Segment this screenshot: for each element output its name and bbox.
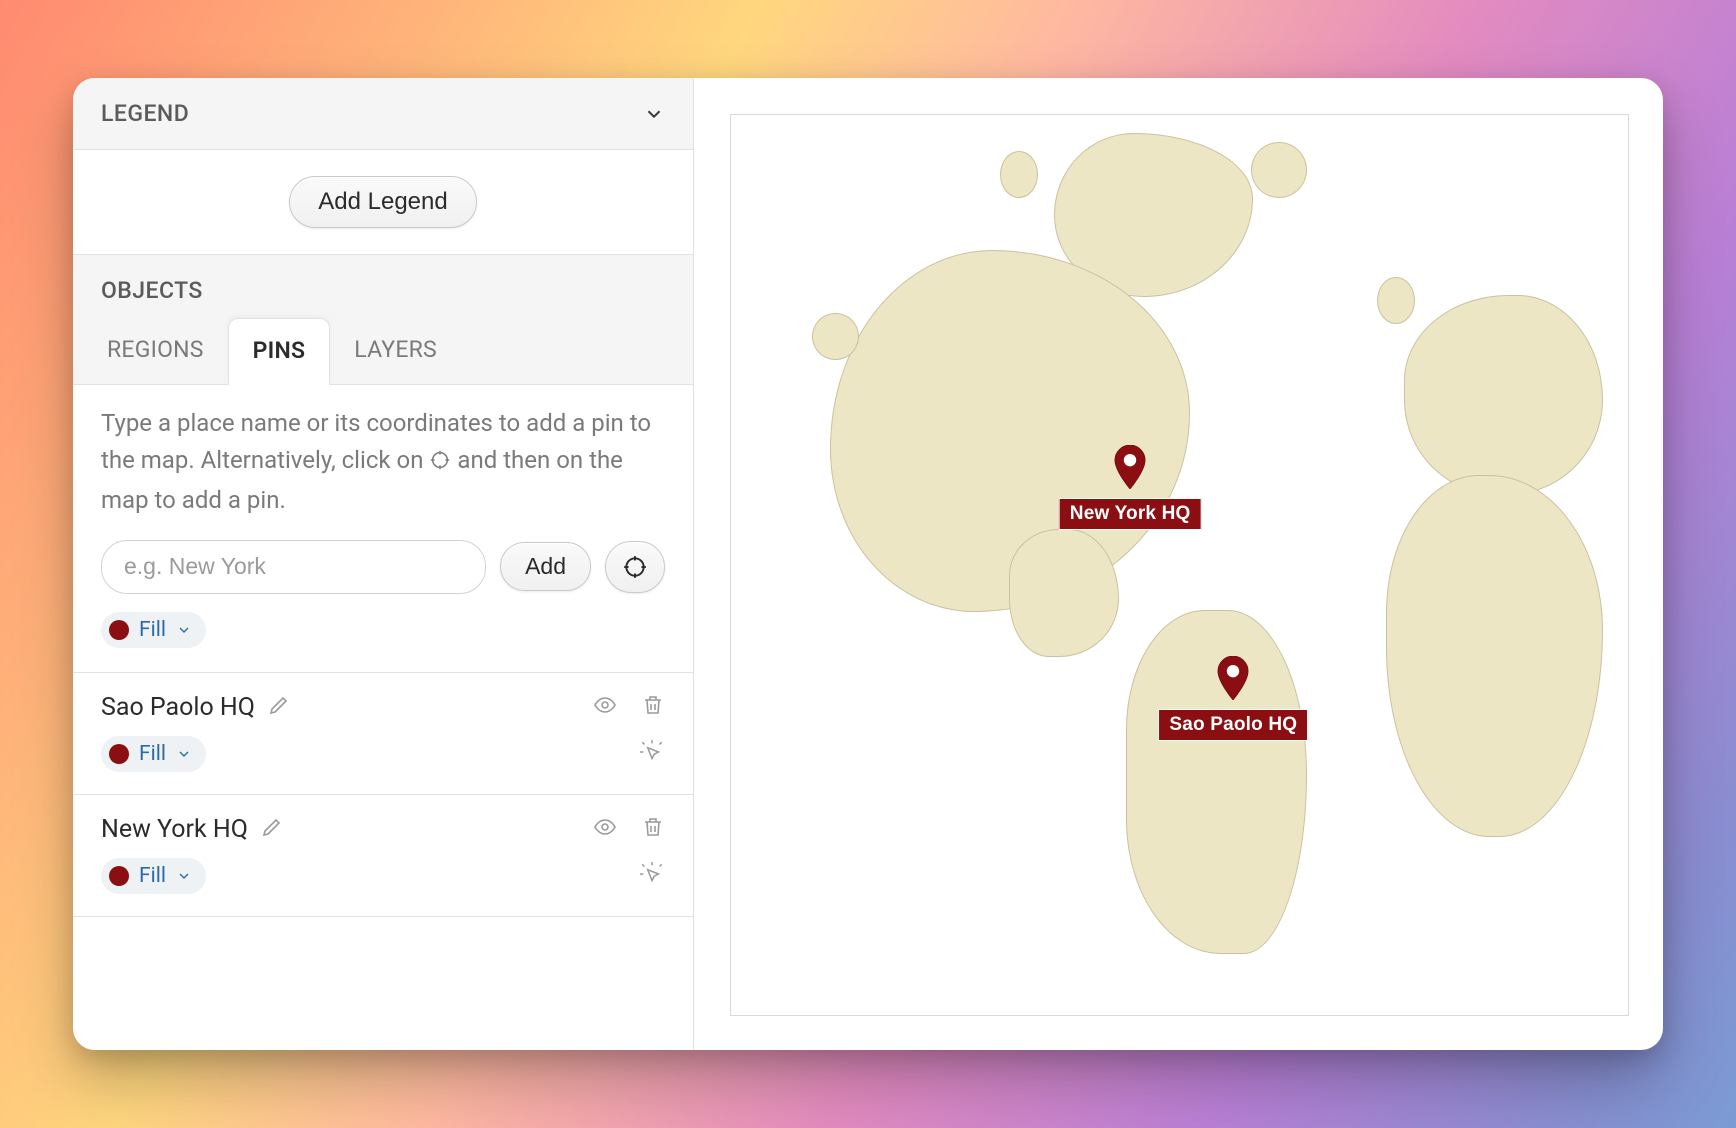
add-pin-button[interactable]: Add <box>500 542 591 591</box>
landmass <box>1009 529 1119 657</box>
pin-fill-chip[interactable]: Fill <box>101 736 206 772</box>
pin-item: Sao Paolo HQ Fill <box>73 673 693 795</box>
landmass <box>812 313 859 360</box>
click-cursor-icon[interactable] <box>639 739 665 769</box>
landmass <box>1386 475 1603 837</box>
fill-label: Fill <box>139 864 166 888</box>
legend-title: LEGEND <box>101 100 189 127</box>
landmass <box>1377 277 1415 324</box>
landmass <box>1251 142 1307 198</box>
legend-header[interactable]: LEGEND <box>73 78 693 150</box>
crosshair-icon <box>429 445 451 482</box>
map-pin-marker[interactable] <box>1113 445 1147 489</box>
map-canvas[interactable]: New York HQ Sao Paolo HQ <box>730 114 1629 1016</box>
fill-swatch <box>109 744 129 764</box>
pin-item-name: Sao Paolo HQ <box>101 693 255 722</box>
edit-icon[interactable] <box>260 815 284 843</box>
map-pin-marker[interactable] <box>1216 656 1250 700</box>
fill-swatch <box>109 620 129 640</box>
chevron-down-icon <box>643 103 665 125</box>
default-fill-chip[interactable]: Fill <box>101 612 206 648</box>
pins-help-text: Type a place name or its coordinates to … <box>101 405 665 520</box>
pin-item-name: New York HQ <box>101 815 248 844</box>
delete-icon[interactable] <box>641 693 665 721</box>
edit-icon[interactable] <box>267 693 291 721</box>
landmass <box>1000 151 1038 198</box>
landmass <box>1404 295 1603 495</box>
legend-body: Add Legend <box>73 150 693 255</box>
tab-regions[interactable]: REGIONS <box>83 318 228 384</box>
app-window: LEGEND Add Legend OBJECTS REGIONS PINS L… <box>73 78 1663 1050</box>
fill-label: Fill <box>139 618 166 642</box>
add-legend-button[interactable]: Add Legend <box>289 176 476 228</box>
pin-input-row: Add <box>101 540 665 594</box>
tab-pins[interactable]: PINS <box>228 318 331 385</box>
pin-fill-chip[interactable]: Fill <box>101 858 206 894</box>
map-pin-label: Sao Paolo HQ <box>1158 709 1308 741</box>
visibility-icon[interactable] <box>593 693 617 721</box>
landmass <box>830 250 1191 612</box>
sidebar: LEGEND Add Legend OBJECTS REGIONS PINS L… <box>73 78 694 1050</box>
fill-swatch <box>109 866 129 886</box>
objects-tabs: REGIONS PINS LAYERS <box>73 318 693 385</box>
click-cursor-icon[interactable] <box>639 861 665 891</box>
pin-item: New York HQ Fill <box>73 795 693 917</box>
tab-layers[interactable]: LAYERS <box>330 318 461 384</box>
map-pane: New York HQ Sao Paolo HQ <box>694 78 1663 1050</box>
crosshair-button[interactable] <box>605 541 665 593</box>
map-pin-label: New York HQ <box>1059 498 1202 530</box>
pin-place-input[interactable] <box>101 540 486 594</box>
visibility-icon[interactable] <box>593 815 617 843</box>
delete-icon[interactable] <box>641 815 665 843</box>
objects-title: OBJECTS <box>73 255 693 318</box>
pins-panel: Type a place name or its coordinates to … <box>73 385 693 673</box>
fill-label: Fill <box>139 742 166 766</box>
